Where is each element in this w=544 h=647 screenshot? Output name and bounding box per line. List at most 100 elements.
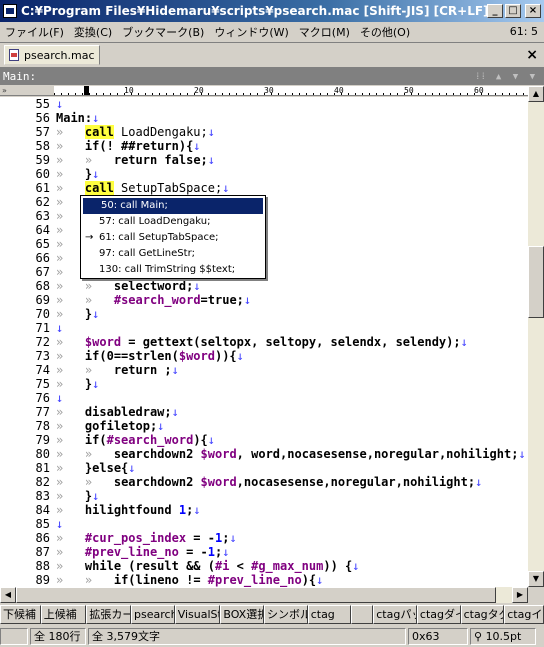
menu-macro[interactable]: マクロ(M) [294, 24, 355, 40]
code-line[interactable]: 81 » }else{↓ [0, 461, 528, 475]
code-line[interactable]: 57 » call LoadDengaku;↓ [0, 125, 528, 139]
line-number: 80 [35, 447, 50, 461]
code-line[interactable]: 85 ↓ [0, 517, 528, 531]
code-line[interactable]: 60 » }↓ [0, 167, 528, 181]
function-key-1[interactable]: 下候補 [0, 605, 41, 624]
code-line[interactable]: 82 » » searchdown2 $word,nocasesense,nore… [0, 475, 528, 489]
function-key-2[interactable]: 上候補 [40, 605, 87, 624]
popup-item[interactable]: → 61: call SetupTabSpace; [81, 230, 265, 246]
close-tab-icon[interactable]: × [526, 47, 538, 63]
line-number: 55 [35, 97, 50, 111]
call-stack-popup[interactable]: 50: call Main; 57: call LoadDengaku; → 61: … [80, 195, 266, 279]
status-zoom[interactable]: ⚲ 10.5pt [470, 628, 536, 645]
menu-other[interactable]: その他(O) [355, 24, 415, 40]
scroll-down-button[interactable]: ▼ [528, 571, 544, 587]
function-key-7[interactable]: シンボルコ [264, 605, 308, 624]
code-line[interactable]: 75 » }↓ [0, 377, 528, 391]
popup-item[interactable]: 50: call Main; [83, 198, 263, 214]
tab-psearch[interactable]: psearch.mac [4, 45, 100, 65]
code-line[interactable]: 89 » » if(lineno != #prev_line_no){↓ [0, 573, 528, 587]
code-line[interactable]: 76 ↓ [0, 391, 528, 405]
code-line[interactable]: 78 » gofiletop;↓ [0, 419, 528, 433]
text-editor[interactable]: 55 ↓ 56 Main:↓ 57» call LoadDengaku;↓ 58» if(… [0, 97, 528, 587]
code-line[interactable]: 56 Main:↓ [0, 111, 528, 125]
popup-item[interactable]: 130: call TrimString $$text; [81, 262, 265, 278]
line-code: » }↓ [56, 307, 99, 321]
line-code: » » return false;↓ [56, 153, 215, 167]
header-nav-icons[interactable]: ⁞⁞ ▲ ▼ ▼ [476, 71, 544, 82]
code-token: )){ [214, 349, 237, 363]
minimize-button[interactable]: _ [487, 4, 503, 18]
horizontal-scrollbar[interactable]: ◀ ▶ [0, 587, 528, 603]
code-line[interactable]: 86 » #cur_pos_index = -1;↓ [0, 531, 528, 545]
scroll-up-button[interactable]: ▲ [528, 86, 544, 102]
newline-mark: ↓ [207, 153, 215, 167]
code-line[interactable]: 73 » if(0==strlen($word)){↓ [0, 349, 528, 363]
popup-item-label: 57: call LoadDengaku; [99, 216, 211, 227]
code-line[interactable]: 79 » if(#search_word){↓ [0, 433, 528, 447]
code-line[interactable]: 84 » hilightfound 1;↓ [0, 503, 528, 517]
code-line[interactable]: 72 » $word = gettext(seltopx, seltopy, se… [0, 335, 528, 349]
code-line[interactable]: 87 » #prev_line_no = -1;↓ [0, 545, 528, 559]
function-key-11[interactable]: ctagダイ [416, 605, 461, 624]
newline-mark: ↓ [92, 307, 100, 321]
line-number: 73 [35, 349, 50, 363]
menu-convert[interactable]: 変換(C) [69, 24, 117, 40]
maximize-button[interactable]: □ [505, 4, 521, 18]
function-key-10[interactable]: ctagパッ [373, 605, 417, 624]
code-line[interactable]: 83 » }↓ [0, 489, 528, 503]
popup-item-label: 61: call SetupTabSpace; [99, 232, 219, 243]
line-code: » hilightfound 1;↓ [56, 503, 201, 517]
code-line[interactable]: 71 ↓ [0, 321, 528, 335]
code-line[interactable]: 61 » call SetupTabSpace;↓ [0, 181, 528, 195]
code-line[interactable]: 77 » disabledraw;↓ [0, 405, 528, 419]
menu-file[interactable]: ファイル(F) [0, 24, 69, 40]
newline-mark: ↓ [460, 335, 468, 349]
close-button[interactable]: × [525, 4, 541, 18]
function-key-13[interactable]: ctagインプ [504, 605, 544, 624]
menu-bookmark[interactable]: ブックマーク(B) [117, 24, 209, 40]
code-line[interactable]: 70 » }↓ [0, 307, 528, 321]
function-key-9[interactable] [351, 605, 374, 624]
menu-window[interactable]: ウィンドウ(W) [209, 24, 293, 40]
scroll-right-button[interactable]: ▶ [512, 587, 528, 603]
vertical-scrollbar[interactable]: ▲ ▼ [528, 86, 544, 587]
newline-mark: ↓ [222, 181, 230, 195]
newline-mark: ↓ [56, 391, 64, 405]
horizontal-scroll-thumb[interactable] [16, 587, 496, 603]
code-token: if( [84, 433, 107, 447]
newline-mark: ↓ [207, 433, 215, 447]
code-token: searchdown2 [113, 475, 201, 489]
popup-item[interactable]: 97: call GetLineStr; [81, 246, 265, 262]
code-line[interactable]: 69 » » #search_word=true;↓ [0, 293, 528, 307]
function-key-12[interactable]: ctagタグ [460, 605, 505, 624]
newline-mark: ↓ [352, 559, 360, 573]
scroll-left-button[interactable]: ◀ [0, 587, 16, 603]
function-key-6[interactable]: BOX選択 [220, 605, 265, 624]
function-key-3[interactable]: 拡張カー [86, 605, 132, 624]
function-key-4[interactable]: psearch [131, 605, 175, 624]
vertical-scroll-thumb[interactable] [528, 246, 544, 318]
status-char-count: 全 3,579文字 [88, 628, 406, 645]
code-line[interactable]: 55 ↓ [0, 97, 528, 111]
line-number: 58 [35, 139, 50, 153]
code-line[interactable]: 74 » » return ;↓ [0, 363, 528, 377]
app-icon[interactable] [3, 4, 17, 18]
code-line[interactable]: 80 » » searchdown2 $word, word,nocasesens… [0, 447, 528, 461]
function-key-5[interactable]: VisualSt [174, 605, 221, 624]
line-code: ↓ [56, 321, 63, 335]
code-token: 1 [207, 545, 215, 559]
function-key-8[interactable]: ctag [307, 605, 352, 624]
code-line[interactable]: 68 » » selectword;↓ [0, 279, 528, 293]
line-code: ↓ [56, 517, 63, 531]
code-line[interactable]: 58 » if(! ##return){↓ [0, 139, 528, 153]
code-line[interactable]: 59 » » return false;↓ [0, 153, 528, 167]
newline-mark: ↓ [92, 167, 100, 181]
popup-item[interactable]: 57: call LoadDengaku; [81, 214, 265, 230]
ruler-cursor-mark [84, 86, 89, 95]
code-line[interactable]: 88 » while (result && (#i < #g_max_num)) … [0, 559, 528, 573]
